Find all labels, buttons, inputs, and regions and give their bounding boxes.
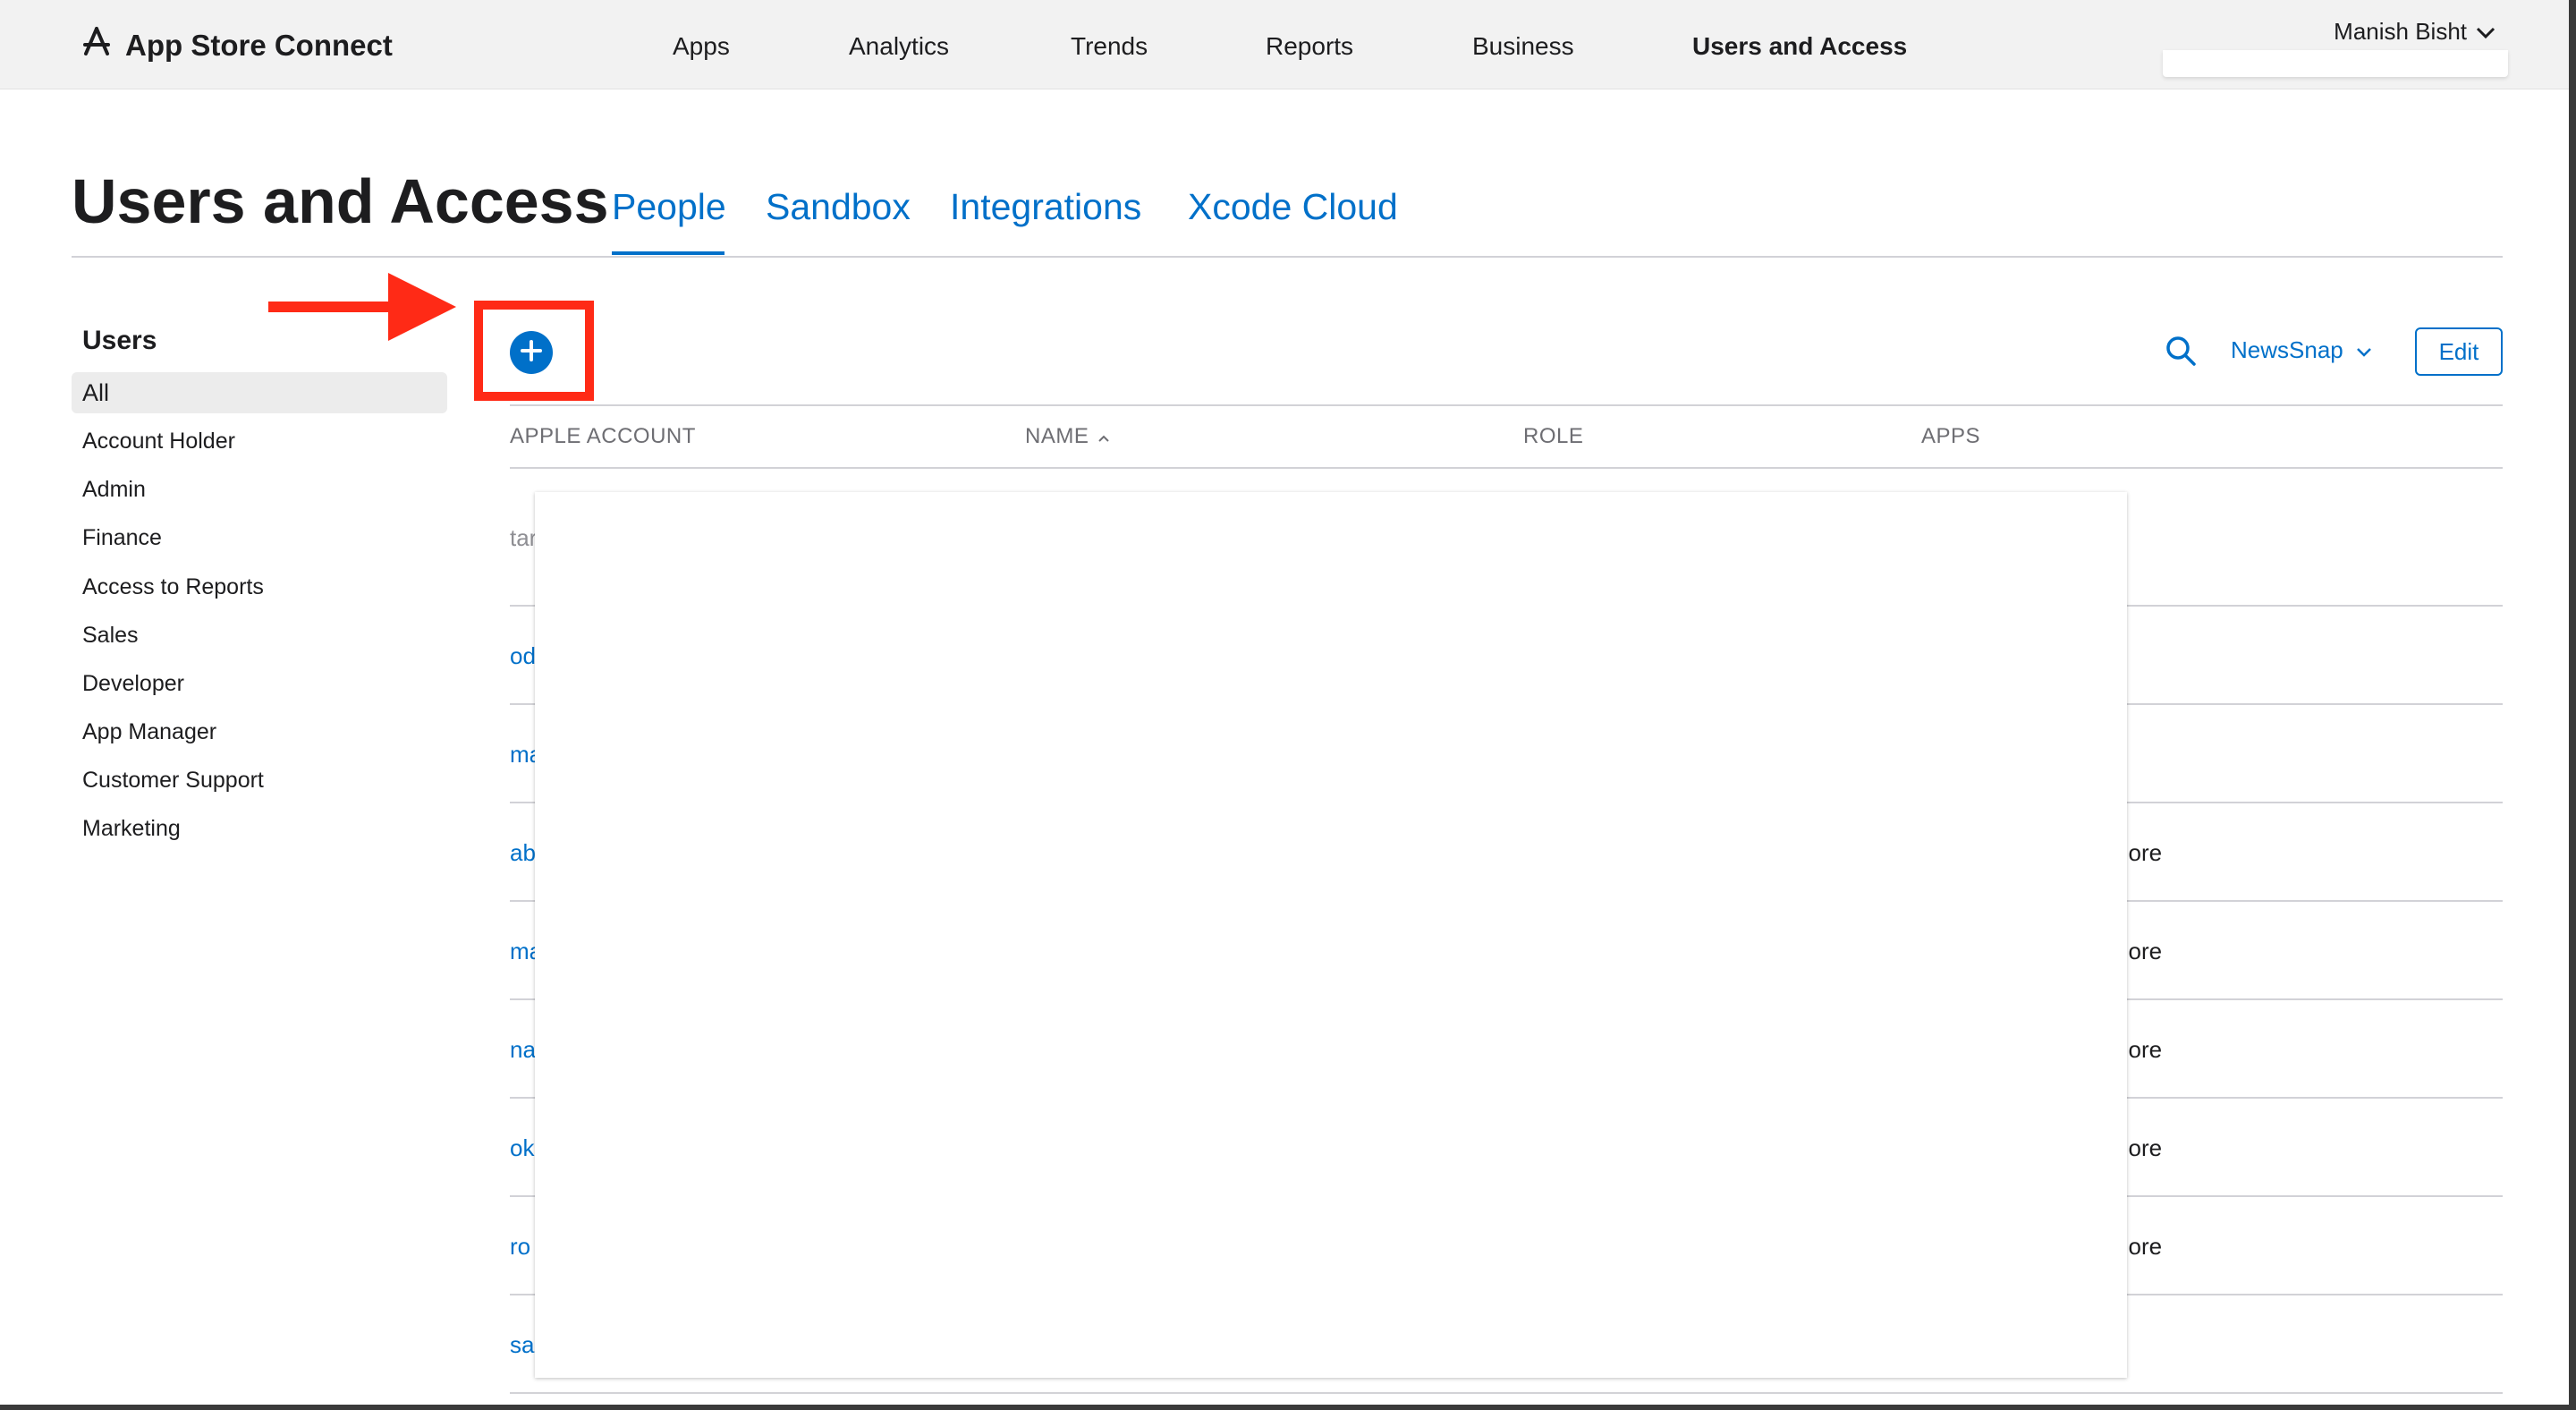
nav-analytics[interactable]: Analytics [849, 32, 949, 61]
tab-sandbox[interactable]: Sandbox [766, 186, 911, 228]
nav-business[interactable]: Business [1472, 32, 1574, 61]
sidebar-item-sales[interactable]: Sales [72, 615, 447, 656]
sidebar-item-customer-support[interactable]: Customer Support [72, 760, 447, 801]
table-header-divider [510, 467, 2503, 469]
column-header-apple-account[interactable]: APPLE ACCOUNT [510, 424, 696, 449]
account-name: Manish Bisht [2334, 18, 2467, 45]
redaction-overlay [535, 492, 2127, 1378]
table-row-account[interactable]: tar [510, 524, 537, 552]
row-divider [510, 1392, 2503, 1394]
sort-ascending-icon [1097, 424, 1110, 449]
chevron-down-icon [2476, 18, 2496, 46]
account-menu-dropdown-edge [2163, 50, 2508, 77]
table-row-account[interactable]: od [510, 642, 536, 670]
nav-apps[interactable]: Apps [673, 32, 730, 61]
column-header-name[interactable]: NAME [1025, 424, 1110, 449]
column-header-label: ROLE [1523, 424, 1584, 448]
sidebar-item-marketing[interactable]: Marketing [72, 808, 447, 849]
app-filter-value: NewsSnap [2231, 336, 2343, 363]
column-header-role[interactable]: ROLE [1523, 424, 1583, 449]
tab-people[interactable]: People [612, 186, 726, 228]
sidebar-item-access-to-reports[interactable]: Access to Reports [72, 566, 447, 607]
column-header-apps[interactable]: APPS [1921, 424, 1980, 449]
table-row-account[interactable]: ab [510, 839, 536, 867]
plus-circle-icon [519, 338, 544, 368]
column-header-label: NAME [1025, 424, 1089, 448]
toolbar-divider [510, 404, 2503, 406]
sidebar-item-all[interactable]: All [72, 372, 447, 413]
search-button[interactable] [2165, 335, 2197, 367]
column-header-label: APPLE ACCOUNT [510, 424, 696, 448]
section-tabs: People Sandbox Integrations Xcode Cloud [0, 186, 2569, 258]
sidebar-item-admin[interactable]: Admin [72, 469, 447, 510]
sidebar-item-account-holder[interactable]: Account Holder [72, 420, 447, 462]
sidebar-item-developer[interactable]: Developer [72, 663, 447, 704]
column-header-label: APPS [1921, 424, 1981, 448]
table-row-account[interactable]: ro [510, 1233, 530, 1261]
table-row-account[interactable]: ok [510, 1134, 534, 1162]
header-divider [72, 256, 2503, 258]
tab-xcode-cloud[interactable]: Xcode Cloud [1188, 186, 1398, 228]
sidebar-title: Users [82, 326, 157, 355]
add-user-button[interactable] [510, 331, 553, 374]
tab-integrations[interactable]: Integrations [950, 186, 1141, 228]
app-window: App Store Connect Apps Analytics Trends … [0, 0, 2569, 1405]
chevron-down-icon [2356, 336, 2372, 364]
edit-button[interactable]: Edit [2415, 327, 2503, 376]
sidebar-item-app-manager[interactable]: App Manager [72, 711, 447, 752]
nav-reports[interactable]: Reports [1266, 32, 1353, 61]
selected-tab-indicator [612, 251, 724, 255]
app-filter-select[interactable]: NewsSnap [2231, 336, 2372, 364]
sidebar-item-finance[interactable]: Finance [72, 517, 447, 558]
nav-users-and-access[interactable]: Users and Access [1692, 32, 1907, 61]
table-row-account[interactable]: na [510, 1036, 536, 1064]
annotation-arrow-icon [268, 273, 456, 341]
search-icon [2165, 336, 2197, 370]
account-menu[interactable]: Manish Bisht [2334, 18, 2496, 46]
table-row-account[interactable]: sa [510, 1331, 534, 1359]
nav-trends[interactable]: Trends [1071, 32, 1148, 61]
